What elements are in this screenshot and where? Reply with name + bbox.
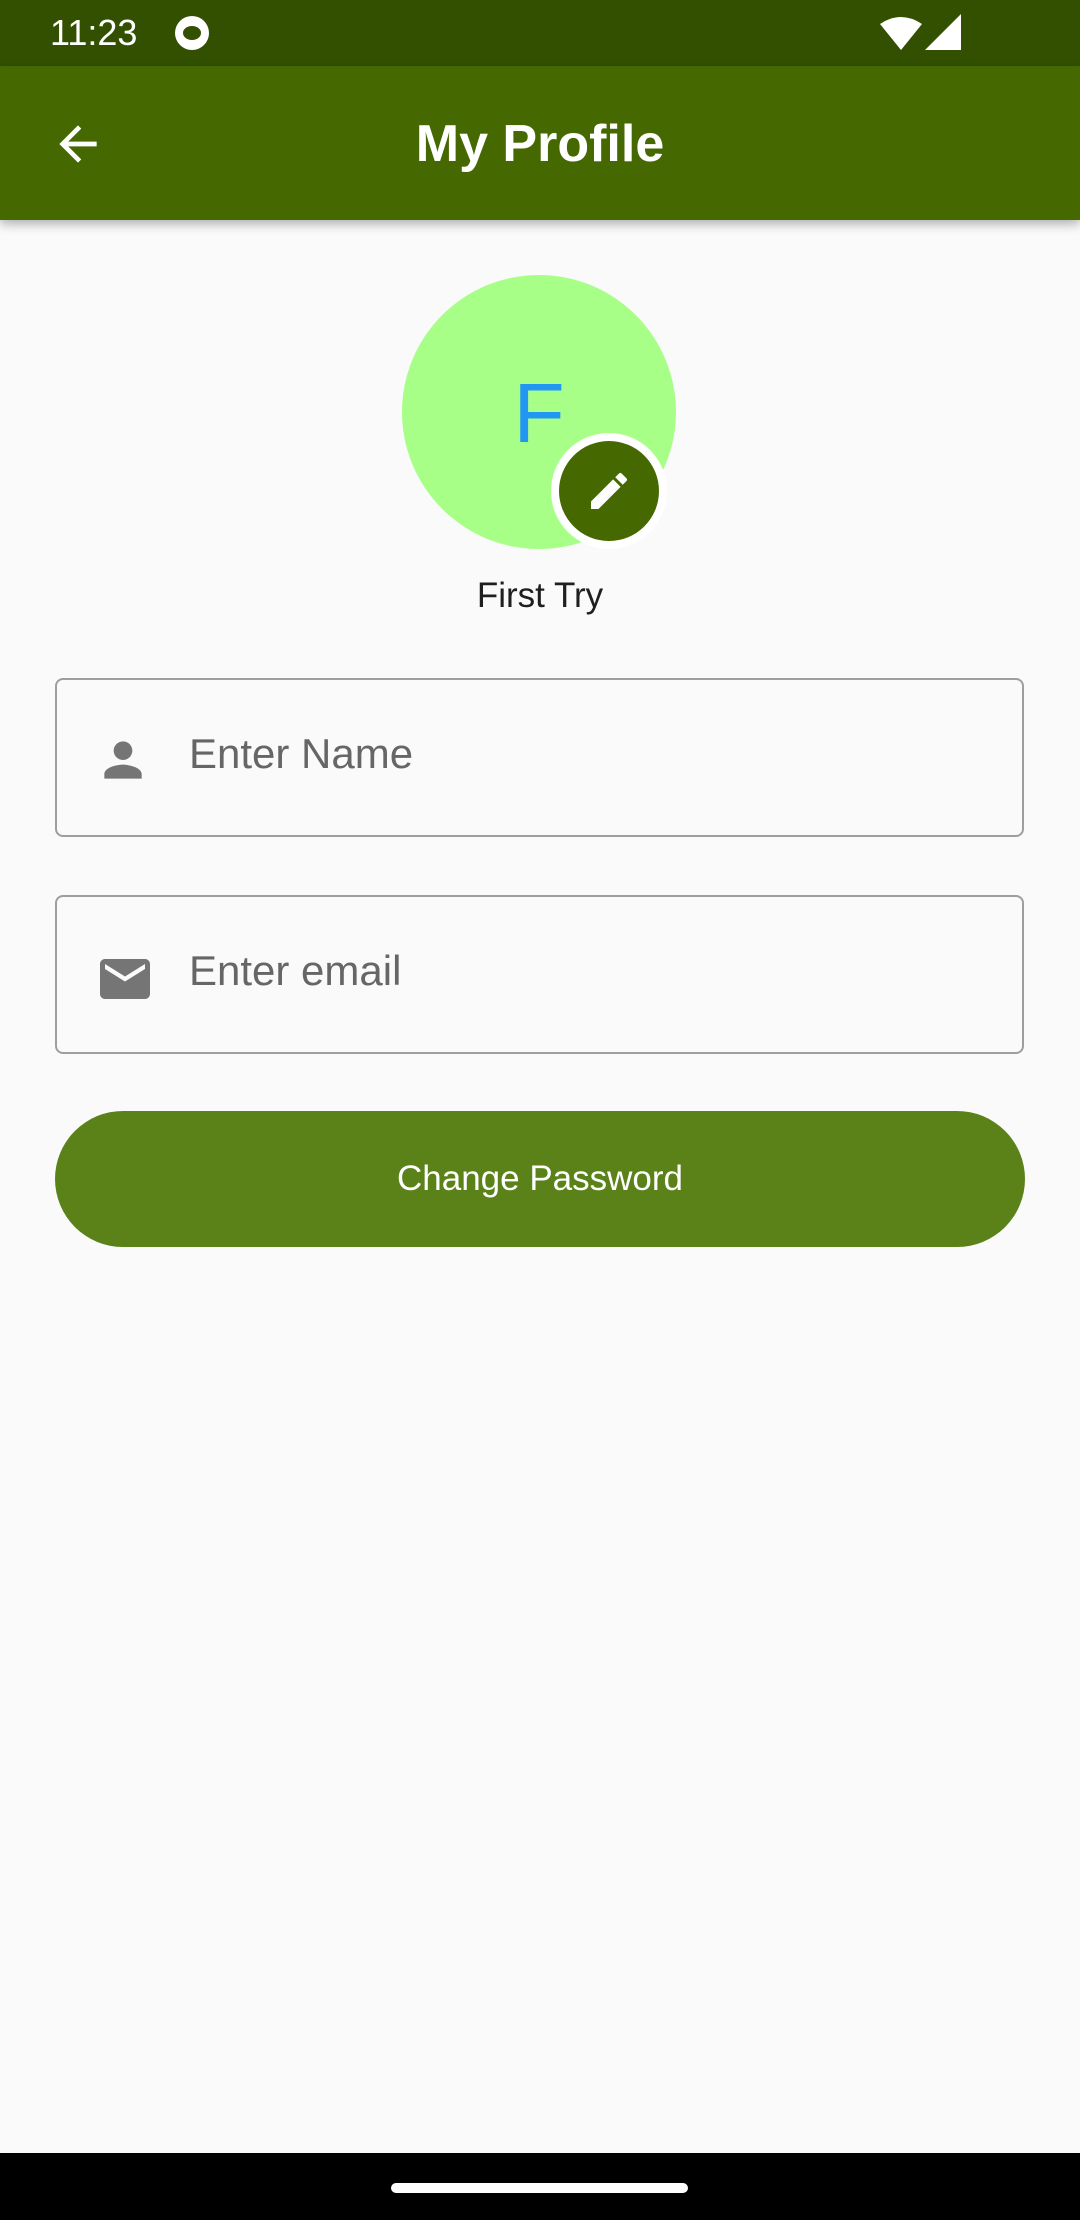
email-placeholder: Enter email — [189, 947, 402, 994]
name-placeholder: Enter Name — [189, 730, 414, 777]
page-title: My Profile — [415, 115, 665, 173]
edit-avatar-button[interactable] — [551, 433, 667, 549]
status-bar: 11:23 — [0, 0, 1080, 66]
person-icon — [104, 741, 142, 779]
wifi-icon — [880, 17, 922, 50]
home-handle[interactable] — [391, 2183, 688, 2193]
mail-icon — [100, 959, 150, 999]
cat-notification-icon — [175, 16, 209, 50]
cell-signal-icon — [925, 14, 961, 50]
name-input[interactable]: Enter Name — [55, 678, 1024, 837]
email-input[interactable]: Enter email — [55, 895, 1024, 1054]
status-time: 11:23 — [50, 12, 138, 53]
pencil-icon — [591, 472, 627, 509]
navigation-bar — [0, 2153, 1080, 2220]
change-password-button[interactable]: Change Password — [55, 1111, 1025, 1247]
profile-name: First Try — [476, 576, 604, 615]
app-bar: My Profile — [0, 66, 1080, 220]
